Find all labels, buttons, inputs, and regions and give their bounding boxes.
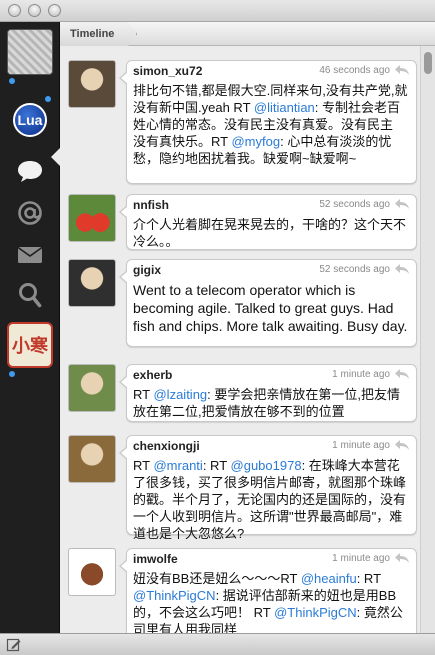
avatar[interactable]: [7, 29, 53, 75]
tweet-text: RT @mranti: RT @gubo1978: 在珠峰大本营花了很多钱，买了…: [133, 457, 408, 542]
sidebar-item-search[interactable]: [0, 280, 60, 310]
reply-icon[interactable]: [394, 552, 410, 564]
avatar[interactable]: [68, 259, 116, 307]
tweet-text: 排比句不错,都是假大空.同样来句,没有共产党,就没有新中国.yeah RT @l…: [133, 82, 408, 167]
unread-dot: [9, 371, 15, 377]
mention-link[interactable]: @litiantian: [254, 100, 315, 115]
sidebar-item-mentions[interactable]: [0, 198, 60, 228]
tweet-text: 妞没有BB还是妞么～～～RT @heainfu: RT @ThinkPigCN:…: [133, 570, 408, 633]
breadcrumb-timeline[interactable]: Timeline: [60, 22, 138, 46]
unread-dot: [45, 96, 51, 102]
avatar[interactable]: [68, 548, 116, 596]
search-icon: [19, 283, 42, 308]
seal-avatar: 小寒: [7, 322, 53, 368]
timestamp: 46 seconds ago: [319, 65, 390, 76]
sidebar: Lua 小寒: [0, 22, 60, 633]
speech-bubble-icon: [18, 161, 42, 182]
unread-dot: [9, 78, 15, 84]
compose-icon[interactable]: [6, 637, 22, 653]
timeline-item[interactable]: gigix 52 seconds ago Went to a telecom ope…: [60, 259, 420, 351]
tweet-text-segment: RT: [133, 458, 154, 473]
timeline-item[interactable]: nnfish 52 seconds ago 介个人光着脚在晃来晃去的，干啥的？这个天…: [60, 194, 420, 254]
avatar[interactable]: [68, 194, 116, 242]
tweet-text-segment: : RT: [202, 458, 231, 473]
timestamp: 1 minute ago: [332, 440, 390, 451]
username[interactable]: exherb: [133, 368, 172, 382]
avatar[interactable]: [68, 435, 116, 483]
timestamp: 52 seconds ago: [319, 264, 390, 275]
selection-indicator: [51, 148, 60, 166]
mention-link[interactable]: @mranti: [153, 458, 202, 473]
tweet-bubble: chenxiongji 1 minute ago RT @mranti: RT @g…: [119, 435, 417, 541]
mention-link[interactable]: @myfog: [231, 134, 280, 149]
avatar[interactable]: [68, 364, 116, 412]
scroll-thumb[interactable]: [424, 52, 432, 74]
header-bar: Timeline: [60, 22, 435, 46]
tweet-bubble: imwolfe 1 minute ago 妞没有BB还是妞么～～～RT @heain…: [119, 548, 417, 633]
timeline-item[interactable]: imwolfe 1 minute ago 妞没有BB还是妞么～～～RT @heain…: [60, 548, 420, 633]
avatar[interactable]: [68, 60, 116, 108]
timeline-item[interactable]: simon_xu72 46 seconds ago 排比句不错,都是假大空.同样来句…: [60, 60, 420, 188]
tweet-text: RT @lzaiting: 要学会把亲情放在第一位,把友情放在第二位,把爱情放在…: [133, 386, 408, 420]
reply-icon[interactable]: [394, 64, 410, 76]
at-sign-icon: [18, 201, 42, 225]
tweet-bubble: exherb 1 minute ago RT @lzaiting: 要学会把亲情放在…: [119, 364, 417, 422]
reply-icon[interactable]: [394, 198, 410, 210]
lua-account-button[interactable]: Lua: [0, 100, 60, 140]
timestamp: 1 minute ago: [332, 369, 390, 380]
username[interactable]: nnfish: [133, 198, 169, 212]
tweet-text-segment: Went to a telecom operator which is beco…: [133, 282, 408, 334]
tweet-bubble: gigix 52 seconds ago Went to a telecom ope…: [119, 259, 417, 347]
mention-link[interactable]: @ThinkPigCN: [133, 588, 216, 603]
sidebar-item-messages[interactable]: [0, 242, 60, 268]
close-window-button[interactable]: [8, 4, 21, 17]
tweet-text: 介个人光着脚在晃来晃去的，干啥的？这个天不冷么。。: [133, 216, 408, 250]
bottom-bar: [0, 633, 435, 655]
timestamp: 1 minute ago: [332, 553, 390, 564]
username[interactable]: simon_xu72: [133, 64, 202, 78]
username[interactable]: gigix: [133, 263, 161, 277]
tweet-bubble: simon_xu72 46 seconds ago 排比句不错,都是假大空.同样来句…: [119, 60, 417, 184]
tweet-text-segment: 妞没有BB还是妞么～～～RT: [133, 571, 301, 586]
tweet-text-segment: : RT: [356, 571, 381, 586]
seal-account-button[interactable]: 小寒: [0, 320, 60, 370]
lua-badge: Lua: [13, 103, 47, 137]
tweet-text-segment: RT: [133, 387, 154, 402]
reply-icon[interactable]: [394, 439, 410, 451]
envelope-icon: [17, 246, 43, 263]
tweet-bubble: nnfish 52 seconds ago 介个人光着脚在晃来晃去的，干啥的？这个天…: [119, 194, 417, 250]
zoom-window-button[interactable]: [48, 4, 61, 17]
tweet-text-segment: 介个人光着脚在晃来晃去的，干啥的？这个天不冷么。。: [133, 217, 407, 249]
timeline-item[interactable]: chenxiongji 1 minute ago RT @mranti: RT @g…: [60, 435, 420, 541]
timeline-item[interactable]: exherb 1 minute ago RT @lzaiting: 要学会把亲情放在…: [60, 364, 420, 426]
timestamp: 52 seconds ago: [319, 199, 390, 210]
mention-link[interactable]: @heainfu: [301, 571, 357, 586]
mention-link[interactable]: @gubo1978: [231, 458, 302, 473]
reply-icon[interactable]: [394, 368, 410, 380]
timeline-scrollbar[interactable]: [420, 46, 435, 633]
title-bar: [0, 0, 435, 22]
minimize-window-button[interactable]: [28, 4, 41, 17]
username[interactable]: chenxiongji: [133, 439, 200, 453]
tweet-text: Went to a telecom operator which is beco…: [133, 281, 408, 335]
timeline-list: simon_xu72 46 seconds ago 排比句不错,都是假大空.同样来句…: [60, 46, 420, 633]
username[interactable]: imwolfe: [133, 552, 178, 566]
account-avatar[interactable]: [0, 26, 60, 78]
mention-link[interactable]: @lzaiting: [153, 387, 207, 402]
reply-icon[interactable]: [394, 263, 410, 275]
app-window: Lua 小寒 Timeline simon_xu72 46 seconds ag…: [0, 0, 435, 655]
mention-link[interactable]: @ThinkPigCN: [274, 605, 357, 620]
